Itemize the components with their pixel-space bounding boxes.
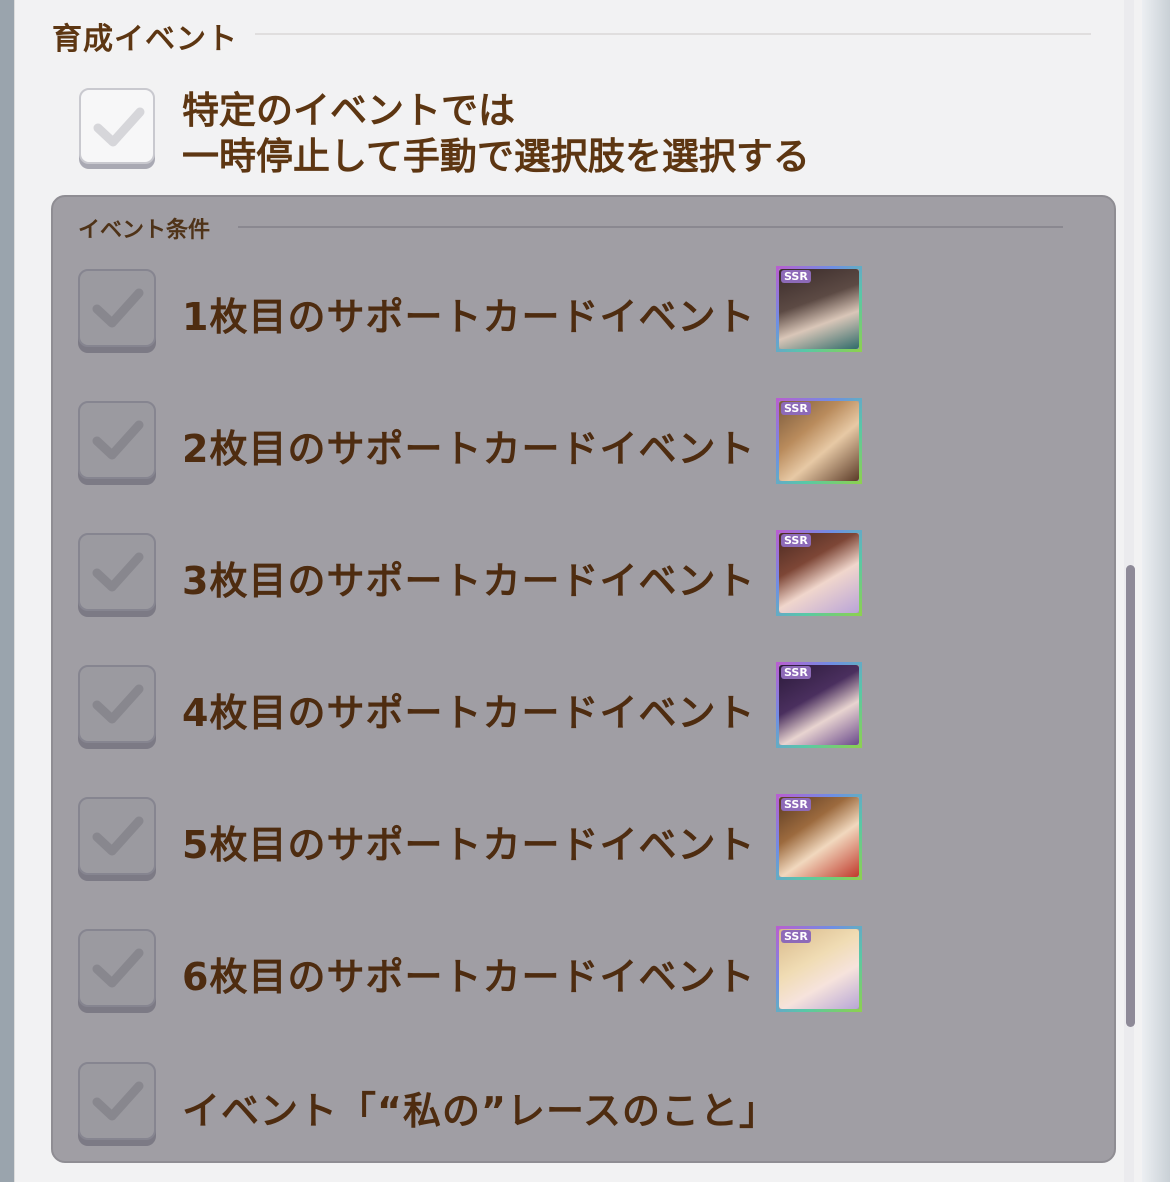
support-card-6-label: 6枚目のサポートカードイベント bbox=[182, 955, 756, 999]
race-event-label: イベント「“私の”レースのこと」 bbox=[182, 1089, 779, 1133]
background-edge bbox=[1142, 0, 1170, 1182]
support-card-1-label: 1枚目のサポートカードイベント bbox=[182, 295, 756, 339]
support-card-4-checkbox[interactable] bbox=[78, 665, 156, 743]
support-card-4-thumbnail: SSR bbox=[776, 662, 862, 748]
support-card-5-thumbnail: SSR bbox=[776, 794, 862, 880]
section-divider bbox=[255, 33, 1091, 35]
support-card-6-thumbnail: SSR bbox=[776, 926, 862, 1012]
pause-event-checkbox[interactable] bbox=[79, 88, 155, 164]
support-card-2-thumbnail: SSR bbox=[776, 398, 862, 484]
support-card-5-checkbox[interactable] bbox=[78, 797, 156, 875]
check-icon bbox=[92, 420, 144, 460]
event-conditions-title: イベント条件 bbox=[78, 218, 211, 243]
ssr-badge: SSR bbox=[781, 666, 811, 679]
check-icon bbox=[92, 288, 144, 328]
support-card-4-label: 4枚目のサポートカードイベント bbox=[182, 691, 756, 735]
race-event-checkbox[interactable] bbox=[78, 1062, 156, 1140]
section-title: 育成イベント bbox=[52, 22, 238, 57]
check-icon bbox=[92, 1081, 144, 1121]
support-card-2-checkbox[interactable] bbox=[78, 401, 156, 479]
support-card-1-checkbox[interactable] bbox=[78, 269, 156, 347]
pause-event-label-line1: 特定のイベントでは bbox=[182, 89, 515, 132]
check-icon bbox=[92, 552, 144, 592]
pause-event-label-line2: 一時停止して手動で選択肢を選択する bbox=[182, 135, 810, 178]
check-icon bbox=[92, 816, 144, 856]
pause-event-label: 特定のイベントでは 一時停止して手動で選択肢を選択する bbox=[182, 88, 810, 180]
support-card-3-checkbox[interactable] bbox=[78, 533, 156, 611]
check-icon bbox=[92, 948, 144, 988]
check-icon bbox=[92, 684, 144, 724]
scrollbar-thumb[interactable] bbox=[1126, 565, 1135, 1027]
check-icon bbox=[93, 107, 145, 147]
support-card-6-checkbox[interactable] bbox=[78, 929, 156, 1007]
ssr-badge: SSR bbox=[781, 930, 811, 943]
support-card-5-label: 5枚目のサポートカードイベント bbox=[182, 823, 756, 867]
support-card-1-thumbnail: SSR bbox=[776, 266, 862, 352]
ssr-badge: SSR bbox=[781, 270, 811, 283]
support-card-3-thumbnail: SSR bbox=[776, 530, 862, 616]
event-conditions-divider bbox=[238, 226, 1063, 228]
ssr-badge: SSR bbox=[781, 798, 811, 811]
support-card-3-label: 3枚目のサポートカードイベント bbox=[182, 559, 756, 603]
ssr-badge: SSR bbox=[781, 534, 811, 547]
ssr-badge: SSR bbox=[781, 402, 811, 415]
support-card-2-label: 2枚目のサポートカードイベント bbox=[182, 427, 756, 471]
